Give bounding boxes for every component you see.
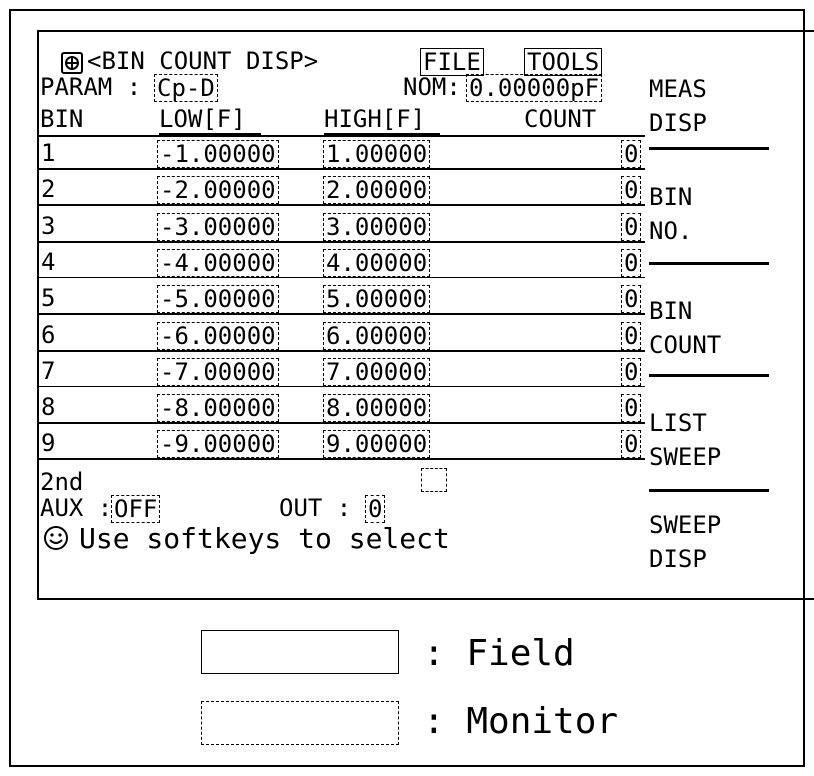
row-divider	[39, 422, 645, 424]
low-limit[interactable]: -2.00000	[157, 176, 279, 205]
bin-number: 2	[41, 175, 56, 204]
tools-menu[interactable]: TOOLS	[524, 48, 603, 76]
second-monitor	[421, 468, 447, 492]
row-divider	[39, 240, 645, 243]
legend-monitor-sample	[201, 701, 399, 745]
softkey-divider	[649, 262, 769, 265]
high-limit[interactable]: 9.00000	[323, 430, 431, 459]
bin-number: 8	[41, 393, 56, 422]
smiley-icon	[43, 525, 69, 551]
low-limit[interactable]: -6.00000	[157, 321, 279, 350]
help-text: Use softkeys to select	[79, 522, 450, 555]
softkey-line2: DISP	[649, 545, 707, 573]
low-limit[interactable]: -1.00000	[157, 140, 279, 168]
legend-monitor-text: : Monitor	[423, 701, 619, 742]
param-label: PARAM :	[40, 73, 142, 101]
aux-label: AUX :	[40, 494, 113, 522]
out-label: OUT :	[279, 494, 352, 522]
low-limit[interactable]: -3.00000	[157, 212, 279, 241]
header-low: LOW[F]	[159, 105, 246, 133]
softkey-sweep-disp[interactable]: SWEEP DISP	[649, 508, 769, 576]
softkey-divider	[649, 147, 769, 150]
legend-field-sample	[201, 630, 399, 674]
header-divider	[39, 135, 645, 137]
header-count: COUNT	[524, 105, 597, 133]
legend-field-text: : Field	[423, 633, 575, 674]
page-title[interactable]: <BIN COUNT DISP>	[87, 48, 318, 74]
softkey-bin-no[interactable]: BIN NO.	[649, 180, 769, 248]
softkey-divider	[649, 374, 769, 377]
bin-number: 6	[41, 320, 56, 349]
out-value[interactable]: 0	[365, 495, 386, 523]
softkey-line2: DISP	[649, 109, 707, 137]
bin-count: 0	[621, 212, 642, 241]
bin-count: 0	[621, 176, 642, 205]
low-limit[interactable]: -7.00000	[157, 357, 279, 386]
bin-count: 0	[621, 285, 642, 314]
high-limit[interactable]: 8.00000	[323, 394, 431, 423]
high-limit[interactable]: 1.00000	[323, 140, 431, 168]
softkey-list-sweep[interactable]: LIST SWEEP	[649, 406, 769, 474]
high-limit[interactable]: 6.00000	[323, 321, 431, 350]
bin-number: 7	[41, 356, 56, 385]
aux-value[interactable]: OFF	[111, 495, 161, 523]
softkey-line2: NO.	[649, 217, 693, 245]
bin-number: 1	[41, 139, 56, 167]
row-divider	[39, 385, 645, 388]
bin-number: 5	[41, 284, 56, 313]
bin-number: 4	[41, 247, 56, 276]
bin-count: 0	[621, 140, 642, 168]
row-divider	[39, 276, 645, 279]
param-value[interactable]: Cp-D	[154, 74, 218, 102]
low-limit[interactable]: -5.00000	[157, 285, 279, 314]
second-label: 2nd	[40, 468, 84, 496]
nom-label: NOM:	[403, 73, 461, 101]
header-high: HIGH[F]	[324, 105, 426, 133]
high-limit[interactable]: 2.00000	[323, 176, 431, 205]
softkey-line1: BIN	[649, 183, 693, 211]
row-divider	[39, 349, 645, 352]
nom-value[interactable]: 0.00000pF	[466, 74, 603, 102]
bin-count: 0	[621, 430, 642, 459]
high-limit[interactable]: 3.00000	[323, 212, 431, 241]
low-limit[interactable]: -9.00000	[157, 430, 279, 459]
row-divider	[39, 458, 645, 461]
bin-number: 9	[41, 429, 56, 458]
softkey-meas-disp[interactable]: MEAS DISP	[649, 72, 769, 140]
softkey-line1: SWEEP	[649, 511, 722, 539]
file-menu[interactable]: FILE	[420, 48, 484, 76]
softkey-bin-count[interactable]: BIN COUNT	[649, 294, 769, 362]
row-divider	[39, 168, 645, 170]
low-limit[interactable]: -8.00000	[157, 394, 279, 423]
low-limit[interactable]: -4.00000	[157, 248, 279, 277]
row-divider	[39, 204, 645, 206]
disk-icon[interactable]	[61, 52, 83, 74]
row-divider	[39, 313, 645, 315]
bin-count: 0	[621, 248, 642, 277]
bin-count: 0	[621, 357, 642, 386]
high-limit[interactable]: 4.00000	[323, 248, 431, 277]
bin-number: 3	[41, 211, 56, 240]
bin-count: 0	[621, 394, 642, 423]
softkey-line2: SWEEP	[649, 443, 722, 471]
softkey-divider	[649, 489, 769, 492]
high-limit[interactable]: 5.00000	[323, 285, 431, 314]
softkey-line1: BIN	[649, 297, 693, 325]
softkey-line1: LIST	[649, 409, 707, 437]
softkey-line2: COUNT	[649, 331, 722, 359]
high-limit[interactable]: 7.00000	[323, 357, 431, 386]
softkey-line1: MEAS	[649, 75, 707, 103]
instrument-screen: <BIN COUNT DISP> FILE TOOLS PARAM : Cp-D…	[37, 30, 814, 600]
bin-count: 0	[621, 321, 642, 350]
header-bin: BIN	[40, 105, 84, 133]
